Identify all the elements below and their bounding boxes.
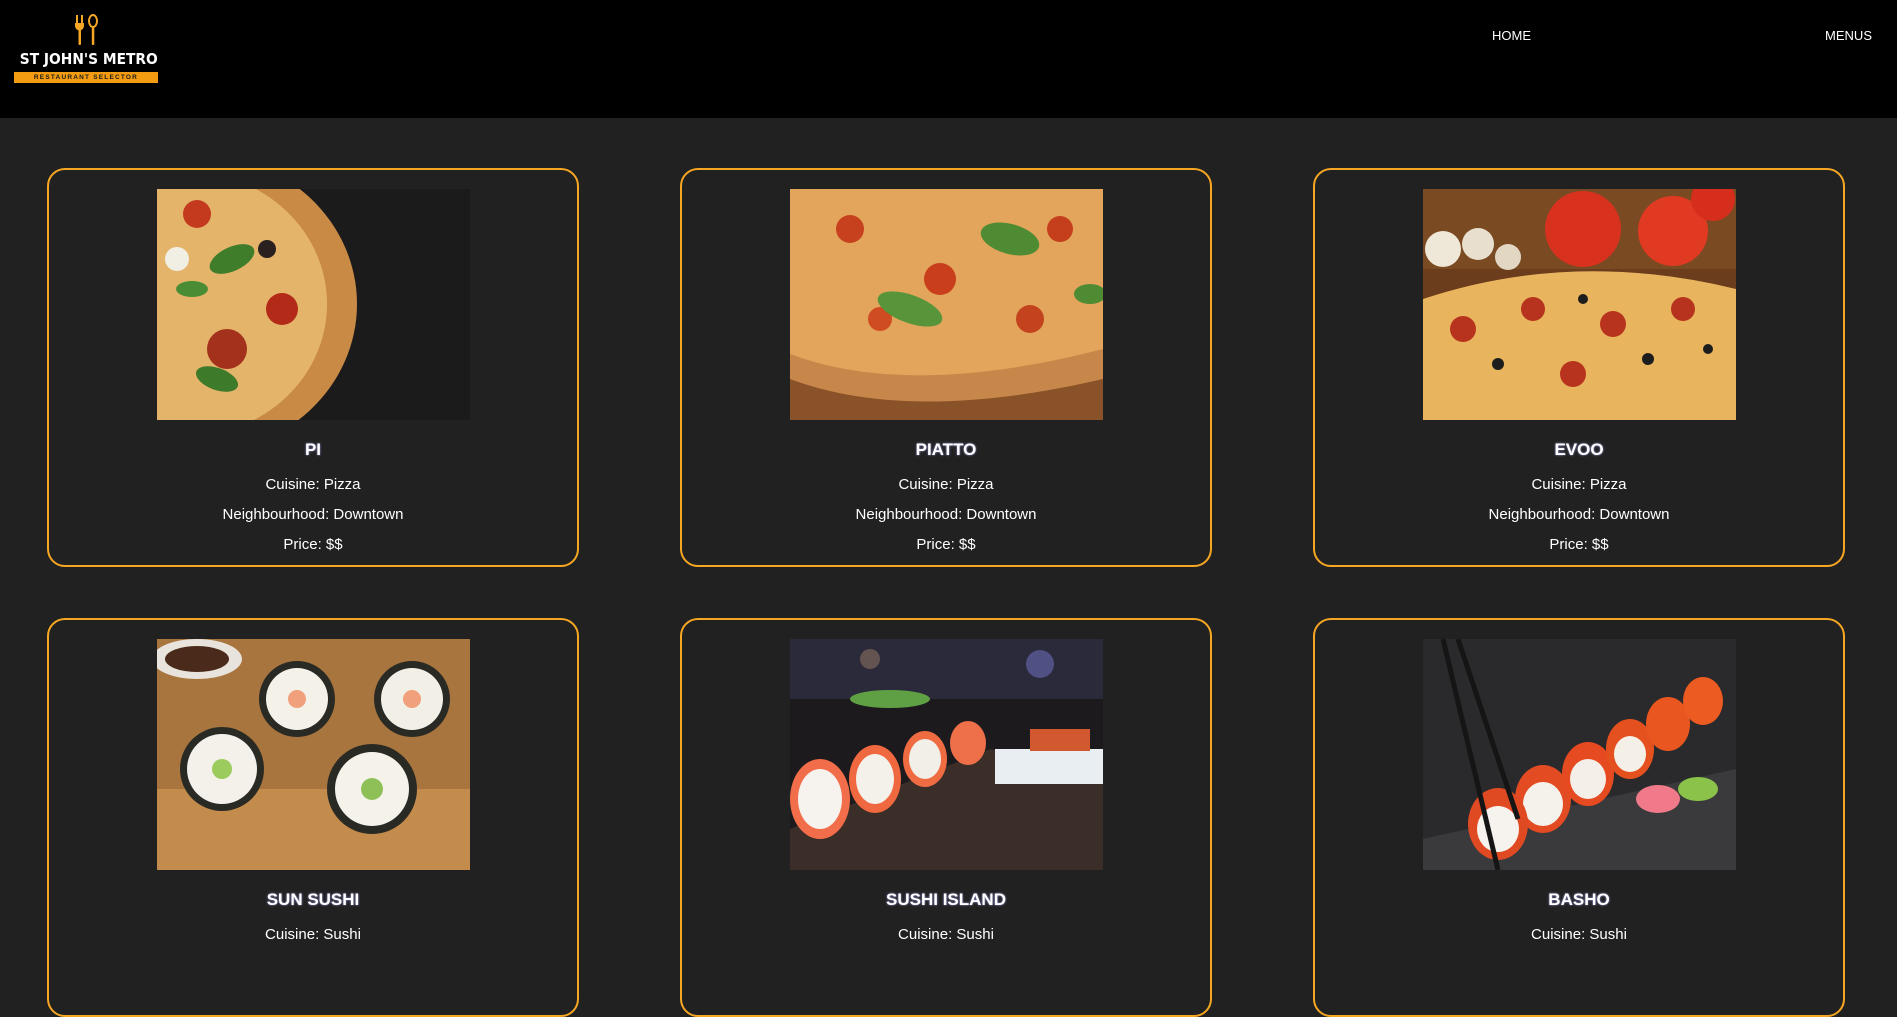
restaurant-photo[interactable] [790,189,1103,420]
site-header: ST JOHN'S METRO RESTAURANT SELECTOR HOME… [0,0,1897,118]
restaurant-cuisine: Cuisine: Pizza [1531,476,1627,493]
brand-logo[interactable]: ST JOHN'S METRO RESTAURANT SELECTOR [14,14,158,92]
restaurant-cuisine: Cuisine: Pizza [898,476,994,493]
utensils-icon [75,14,98,45]
nav-home-link[interactable]: HOME [1492,28,1531,43]
pepperoni-pizza-photo [1423,189,1736,420]
restaurant-price: Price: $$ [283,536,343,553]
restaurant-price: Price: $$ [916,536,976,553]
restaurant-neighbourhood: Neighbourhood: Downtown [1488,506,1670,523]
restaurant-photo[interactable] [157,639,470,870]
restaurant-card[interactable]: EVOO Cuisine: Pizza Neighbourhood: Downt… [1313,168,1845,567]
restaurant-name[interactable]: PIATTO [682,440,1210,460]
restaurant-card[interactable]: PIATTO Cuisine: Pizza Neighbourhood: Dow… [680,168,1212,567]
restaurant-name[interactable]: SUN SUSHI [49,890,577,910]
restaurant-name[interactable]: BASHO [1315,890,1843,910]
restaurant-cuisine: Cuisine: Sushi [898,926,994,943]
restaurant-photo[interactable] [790,639,1103,870]
brand-title: ST JOHN'S METRO [19,50,158,68]
restaurant-price: Price: $$ [1549,536,1609,553]
restaurant-card[interactable]: SUSHI ISLAND Cuisine: Sushi [680,618,1212,1017]
salmon-roe-sushi-photo [1423,639,1736,870]
sushi-rolls-photo [157,639,470,870]
restaurant-photo[interactable] [1423,189,1736,420]
restaurant-name[interactable]: EVOO [1315,440,1843,460]
restaurant-photo[interactable] [1423,639,1736,870]
restaurant-cuisine: Cuisine: Pizza [265,476,361,493]
restaurant-name[interactable]: PI [49,440,577,460]
restaurant-name[interactable]: SUSHI ISLAND [682,890,1210,910]
restaurant-card[interactable]: BASHO Cuisine: Sushi [1313,618,1845,1017]
pizza-slice-photo [157,189,470,420]
restaurant-cuisine: Cuisine: Sushi [1531,926,1627,943]
margherita-pizza-photo [790,189,1103,420]
restaurant-card[interactable]: PI Cuisine: Pizza Neighbourhood: Downtow… [47,168,579,567]
restaurant-photo[interactable] [157,189,470,420]
restaurant-neighbourhood: Neighbourhood: Downtown [222,506,404,523]
restaurant-cuisine: Cuisine: Sushi [265,926,361,943]
brand-subtitle: RESTAURANT SELECTOR [14,72,158,83]
nav-menus-link[interactable]: MENUS [1825,28,1872,43]
sushi-platter-photo [790,639,1103,870]
restaurant-card[interactable]: SUN SUSHI Cuisine: Sushi [47,618,579,1017]
restaurant-neighbourhood: Neighbourhood: Downtown [855,506,1037,523]
